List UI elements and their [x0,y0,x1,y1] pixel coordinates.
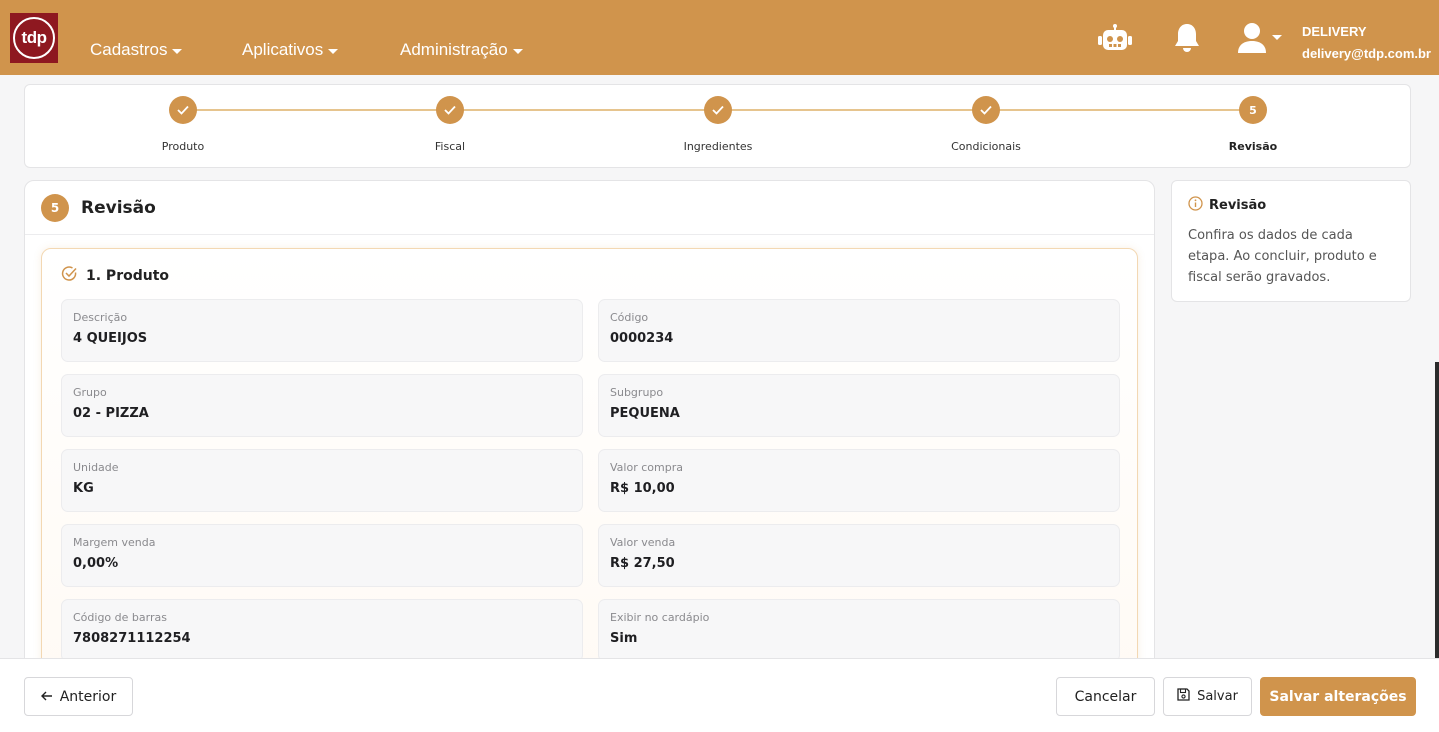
check-icon [704,96,732,124]
info-card-title: Revisão [1209,198,1267,213]
user-avatar-icon[interactable] [1236,22,1268,58]
floppy-disk-icon [1177,688,1190,705]
field-label: Código de barras [73,611,167,624]
step-condicionais[interactable]: Condicionais [906,96,1066,153]
save-changes-button-label: Salvar alterações [1269,688,1407,705]
step-produto[interactable]: Produto [103,96,263,153]
wizard-footer: Anterior Cancelar Salvar Salvar alteraçõ… [0,658,1439,732]
field-label: Descrição [73,311,128,324]
field-valor-compra: Valor compra R$ 10,00 [598,449,1120,512]
save-button-label: Salvar [1197,689,1238,704]
field-unidade: Unidade KG [61,449,583,512]
user-menu-caret-icon[interactable] [1272,35,1282,40]
cancel-button[interactable]: Cancelar [1056,677,1155,716]
step-ingredientes[interactable]: Ingredientes [638,96,798,153]
field-label: Margem venda [73,536,156,549]
caret-down-icon [512,48,523,54]
save-changes-button[interactable]: Salvar alterações [1260,677,1416,716]
step-label: Condicionais [951,140,1021,153]
review-card-header: 5 Revisão [25,181,1154,235]
step-number: 5 [1239,96,1267,124]
field-value: 4 QUEIJOS [73,331,148,346]
field-grupo: Grupo 02 - PIZZA [61,374,583,437]
step-number-badge: 5 [41,193,69,222]
top-navbar: tdp Cadastros Aplicativos Administração [0,0,1439,75]
wizard-stepper: Produto Fiscal Ingredientes Condicionais… [24,84,1411,168]
field-value: PEQUENA [610,406,680,421]
check-icon [972,96,1000,124]
section-header: 1. Produto [61,265,169,286]
info-card-text: Confira os dados de cada etapa. Ao concl… [1188,228,1377,285]
nav-menu-administracao[interactable]: Administração [400,40,523,60]
field-codigo: Código 0000234 [598,299,1120,362]
step-revisao[interactable]: 5 Revisão [1173,96,1333,153]
info-card: Revisão Confira os dados de cada etapa. … [1171,180,1411,302]
field-value: 0000234 [610,331,674,346]
field-exibir-cardapio: Exibir no cardápio Sim [598,599,1120,662]
nav-menu-aplicativos[interactable]: Aplicativos [242,40,339,60]
nav-menu-cadastros[interactable]: Cadastros [90,40,183,60]
field-label: Código [610,311,649,324]
previous-button-label: Anterior [59,688,117,705]
field-label: Unidade [73,461,119,474]
caret-down-icon [172,48,183,54]
previous-button[interactable]: Anterior [24,677,133,716]
cancel-button-label: Cancelar [1074,688,1137,705]
field-valor-venda: Valor venda R$ 27,50 [598,524,1120,587]
field-value: 7808271112254 [73,631,191,646]
nav-menu-label: Aplicativos [242,40,324,59]
field-value: KG [73,481,94,496]
step-label: Produto [161,140,205,153]
field-label: Grupo [73,386,107,399]
check-icon [436,96,464,124]
step-label: Ingredientes [683,140,753,153]
step-label: Fiscal [434,140,466,153]
page-scrollbar[interactable] [1435,362,1439,658]
field-value: Sim [610,631,638,646]
robot-icon[interactable] [1097,24,1133,56]
logo-text: tdp [13,17,55,59]
user-name: DELIVERY [1302,24,1367,39]
nav-menu-label: Administração [400,40,508,59]
field-value: R$ 10,00 [610,481,675,496]
caret-down-icon [328,48,339,54]
bell-icon[interactable] [1173,22,1201,58]
field-value: R$ 27,50 [610,556,675,571]
field-value: 0,00% [73,556,119,571]
field-descricao: Descrição 4 QUEIJOS [61,299,583,362]
arrow-left-icon [40,689,53,705]
review-card: 5 Revisão 1. Produto Descrição 4 QUEIJOS… [24,180,1155,680]
section-title: 1. Produto [86,267,170,284]
check-icon [169,96,197,124]
field-label: Valor compra [610,461,683,474]
field-label: Subgrupo [610,386,664,399]
nav-menu-label: Cadastros [90,40,168,59]
page-title: Revisão [81,197,156,218]
save-button[interactable]: Salvar [1163,677,1252,716]
check-circle-icon [61,265,78,286]
step-fiscal[interactable]: Fiscal [370,96,530,153]
app-logo[interactable]: tdp [10,13,58,63]
step-label: Revisão [1228,140,1278,153]
user-email: delivery@tdp.com.br [1302,46,1431,61]
field-subgrupo: Subgrupo PEQUENA [598,374,1120,437]
field-label: Exibir no cardápio [610,611,710,624]
review-section-produto: 1. Produto Descrição 4 QUEIJOS Código 00… [41,248,1138,679]
field-margem-venda: Margem venda 0,00% [61,524,583,587]
field-value: 02 - PIZZA [73,406,149,421]
info-card-header: Revisão [1188,196,1394,215]
field-label: Valor venda [610,536,676,549]
info-icon [1188,196,1203,215]
field-codigo-barras: Código de barras 7808271112254 [61,599,583,662]
